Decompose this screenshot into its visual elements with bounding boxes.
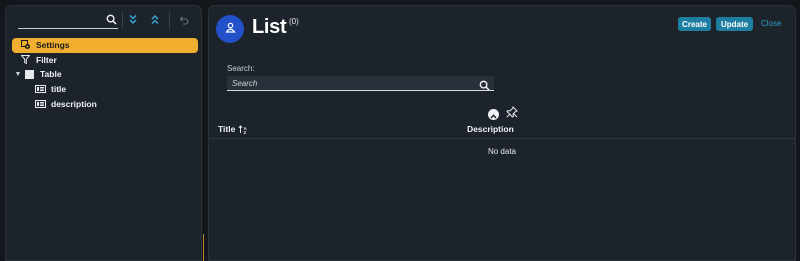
collapse-all-icon bbox=[150, 12, 160, 30]
outline-tree: Settings Filter ▼ Table title descriptio… bbox=[12, 38, 198, 111]
tree-item-title[interactable]: title bbox=[12, 82, 198, 97]
filter-icon bbox=[20, 55, 31, 65]
outline-toolbar bbox=[6, 6, 201, 36]
resize-handle[interactable] bbox=[203, 234, 204, 261]
toolbar-divider bbox=[169, 12, 170, 29]
collapse-all-button[interactable] bbox=[147, 13, 163, 29]
outline-search-field[interactable] bbox=[18, 12, 118, 30]
settings-icon bbox=[20, 40, 31, 50]
undo-icon bbox=[179, 12, 189, 30]
caret-down-icon[interactable]: ▼ bbox=[14, 71, 22, 78]
table-icon bbox=[24, 69, 35, 79]
main-panel: List (0) Create Update Close Search: Tit… bbox=[208, 5, 796, 261]
user-icon bbox=[224, 20, 236, 38]
avatar bbox=[216, 15, 244, 43]
toolbar-divider bbox=[122, 12, 123, 29]
create-button[interactable]: Create bbox=[678, 17, 711, 31]
tree-item-description[interactable]: description bbox=[12, 96, 198, 111]
tree-item-label: Filter bbox=[36, 54, 57, 65]
column-icon bbox=[35, 99, 46, 109]
search-label: Search: bbox=[227, 64, 255, 73]
tree-item-filter[interactable]: Filter bbox=[12, 53, 198, 68]
undo-button[interactable] bbox=[176, 13, 192, 29]
table-header: Title AZ Description bbox=[209, 119, 795, 139]
update-button[interactable]: Update bbox=[716, 17, 753, 31]
svg-text:Z: Z bbox=[244, 130, 247, 134]
page-title: List bbox=[252, 16, 287, 38]
empty-state-text: No data bbox=[487, 147, 517, 156]
tree-item-table[interactable]: ▼ Table bbox=[12, 67, 198, 82]
search-input[interactable] bbox=[232, 78, 472, 89]
search-icon[interactable] bbox=[479, 78, 490, 96]
outline-panel: Settings Filter ▼ Table title descriptio… bbox=[5, 5, 204, 261]
column-header-description[interactable]: Description bbox=[467, 124, 514, 134]
tree-item-label: description bbox=[51, 98, 97, 109]
search-field[interactable] bbox=[227, 76, 494, 91]
column-label: Title bbox=[218, 124, 236, 134]
tree-item-label: Table bbox=[40, 69, 62, 80]
expand-all-button[interactable] bbox=[125, 13, 141, 29]
close-button[interactable]: Close bbox=[761, 19, 781, 28]
column-header-title[interactable]: Title AZ bbox=[218, 124, 249, 134]
record-count: (0) bbox=[289, 17, 299, 26]
sort-ascending-icon[interactable]: AZ bbox=[238, 124, 249, 134]
tree-item-label: title bbox=[51, 84, 67, 95]
outline-search-input[interactable] bbox=[18, 14, 98, 30]
tree-item-label: Settings bbox=[36, 40, 70, 51]
search-icon[interactable] bbox=[106, 12, 117, 30]
expand-all-icon bbox=[128, 12, 138, 30]
tree-item-settings[interactable]: Settings bbox=[12, 38, 198, 53]
column-icon bbox=[35, 84, 46, 94]
